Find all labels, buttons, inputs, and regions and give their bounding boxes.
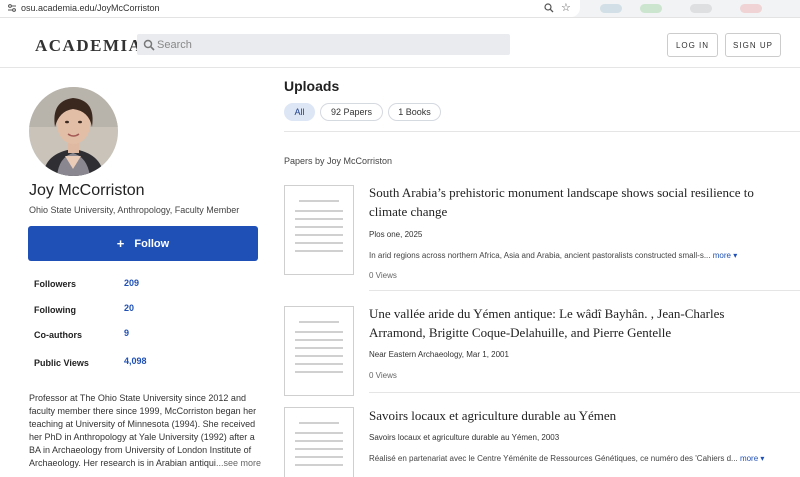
paper-views: 0 Views: [369, 271, 397, 280]
extension-icon[interactable]: [740, 4, 762, 13]
bio-line: her PhD in Anthropology at Yale Universi…: [29, 432, 255, 442]
paper-title-link[interactable]: South Arabia’s prehistoric monument land…: [369, 183, 779, 221]
bookmark-star-icon[interactable]: ☆: [561, 2, 571, 14]
site-header: ACADEMIA LOG IN SIGN UP: [0, 18, 800, 68]
tab-books[interactable]: 1 Books: [388, 103, 441, 121]
paper-thumbnail[interactable]: [284, 306, 354, 396]
tab-papers[interactable]: 92 Papers: [320, 103, 383, 121]
paper-meta: Savoirs locaux et agriculture durable au…: [369, 433, 560, 442]
paper-more-link[interactable]: more ▾: [740, 454, 764, 463]
uploads-heading: Uploads: [284, 78, 340, 94]
search-bar[interactable]: [137, 34, 510, 55]
paper-snippet-text: In arid regions across northern Africa, …: [369, 251, 711, 260]
stat-public-views-value: 4,098: [124, 356, 147, 366]
profile-affiliation[interactable]: Ohio State University, Anthropology, Fac…: [29, 205, 239, 215]
plus-icon: +: [116, 236, 125, 251]
paper-title-line: climate change: [369, 204, 448, 219]
bio-line: Professor at The Ohio State University s…: [29, 393, 246, 403]
search-icon: [143, 38, 155, 51]
paper-thumbnail[interactable]: [284, 407, 354, 477]
stat-following-value[interactable]: 20: [124, 303, 134, 313]
paper-thumbnail[interactable]: [284, 185, 354, 275]
stat-followers-label: Followers: [34, 279, 77, 289]
site-info-icon[interactable]: [7, 3, 17, 13]
paper-snippet: Réalisé en partenariat avec le Centre Yé…: [369, 454, 769, 463]
avatar: [29, 87, 118, 176]
bio-see-more-link[interactable]: ...see more: [216, 458, 261, 468]
bio-line: BA in Archaeology from University of Lon…: [29, 445, 252, 455]
stat-following-label: Following: [34, 305, 76, 315]
paper-title-line: South Arabia’s prehistoric monument land…: [369, 185, 754, 200]
section-divider: [284, 131, 800, 132]
login-button[interactable]: LOG IN: [667, 33, 718, 57]
paper-snippet: In arid regions across northern Africa, …: [369, 251, 769, 260]
address-bar[interactable]: osu.academia.edu/JoyMcCorriston ☆: [0, 0, 580, 17]
bio-line: faculty member there since 1999, McCorri…: [29, 406, 257, 416]
paper-title-link[interactable]: Une vallée aride du Yémen antique: Le wâ…: [369, 304, 779, 342]
extension-icon[interactable]: [600, 4, 622, 13]
paper-more-link[interactable]: more ▾: [713, 251, 737, 260]
paper-views: 0 Views: [369, 371, 397, 380]
signup-button[interactable]: SIGN UP: [725, 33, 781, 57]
follow-label: Follow: [134, 237, 170, 250]
bio-line: teaching at University of Minnesota (199…: [29, 419, 256, 429]
bio-line: Archaeology. Her research is in Arabian …: [29, 458, 216, 468]
search-input[interactable]: [157, 34, 497, 55]
stat-public-views-label: Public Views: [34, 358, 89, 368]
paper-title-line: Arramond, Brigitte Coque-Delahuille, and…: [369, 325, 672, 340]
extension-icon[interactable]: [690, 4, 712, 13]
academia-logo[interactable]: ACADEMIA: [35, 36, 142, 56]
papers-section-label: Papers by Joy McCorriston: [284, 156, 393, 166]
profile-name: Joy McCorriston: [29, 182, 145, 199]
tab-all[interactable]: All: [284, 103, 315, 121]
follow-button[interactable]: + Follow: [28, 226, 258, 261]
paper-meta: Plos one, 2025: [369, 230, 423, 239]
paper-title-line: Savoirs locaux et agriculture durable au…: [369, 408, 617, 423]
row-divider: [369, 392, 800, 393]
url-text[interactable]: osu.academia.edu/JoyMcCorriston: [21, 3, 160, 14]
paper-snippet-text: Réalisé en partenariat avec le Centre Yé…: [369, 454, 738, 463]
stat-coauthors-label: Co-authors: [34, 330, 82, 340]
caret-down-icon: ▾: [733, 251, 738, 260]
browser-toolbar: osu.academia.edu/JoyMcCorriston ☆: [0, 0, 800, 18]
paper-meta: Near Eastern Archaeology, Mar 1, 2001: [369, 350, 509, 359]
zoom-icon[interactable]: [544, 3, 554, 16]
stat-followers-value[interactable]: 209: [124, 278, 139, 288]
stat-coauthors-value[interactable]: 9: [124, 328, 129, 338]
extension-icon[interactable]: [640, 4, 662, 13]
paper-title-line: Une vallée aride du Yémen antique: Le wâ…: [369, 306, 725, 321]
caret-down-icon: ▾: [760, 454, 765, 463]
profile-bio: Professor at The Ohio State University s…: [29, 392, 261, 470]
paper-title-link[interactable]: Savoirs locaux et agriculture durable au…: [369, 406, 779, 425]
row-divider: [369, 290, 800, 291]
